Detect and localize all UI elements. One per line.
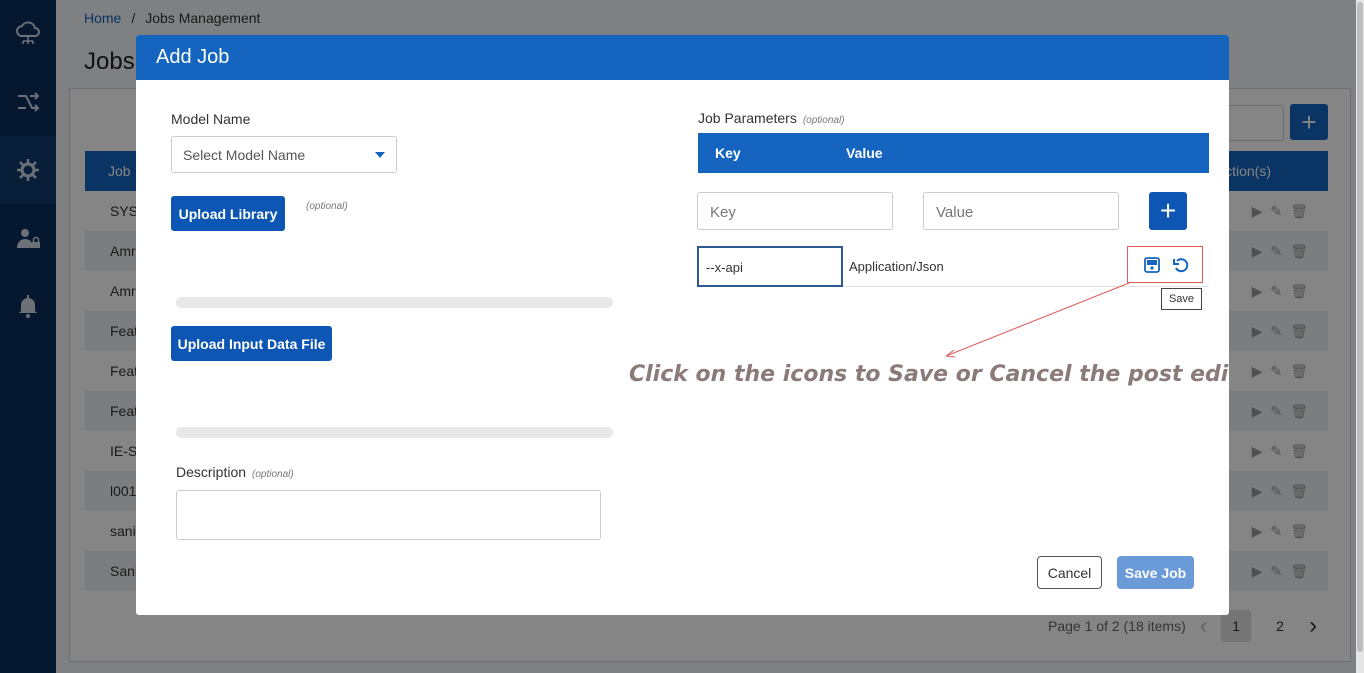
scrollbar[interactable] bbox=[1356, 0, 1364, 673]
undo-icon[interactable] bbox=[1172, 256, 1190, 274]
model-select-placeholder: Select Model Name bbox=[183, 147, 306, 163]
description-input[interactable] bbox=[176, 490, 601, 540]
job-params-label-text: Job Parameters bbox=[698, 110, 797, 126]
model-name-label: Model Name bbox=[171, 111, 251, 127]
modal-title: Add Job bbox=[136, 35, 1229, 80]
save-job-button[interactable]: Save Job bbox=[1117, 556, 1194, 589]
params-table-header: Key Value bbox=[698, 133, 1209, 173]
save-tooltip: Save bbox=[1161, 288, 1202, 310]
description-label-text: Description bbox=[176, 464, 247, 480]
description-label: Description (optional) bbox=[176, 464, 294, 480]
description-optional: (optional) bbox=[252, 469, 294, 480]
edit-actions-highlight bbox=[1127, 246, 1203, 283]
library-progress-bar bbox=[176, 297, 613, 308]
add-param-button[interactable]: + bbox=[1149, 192, 1187, 230]
edit-value-text[interactable]: Application/Json bbox=[849, 259, 944, 274]
upload-library-optional: (optional) bbox=[306, 201, 348, 212]
key-placeholder: Key bbox=[710, 204, 736, 221]
params-header-value: Value bbox=[846, 145, 883, 161]
model-name-select[interactable]: Select Model Name bbox=[171, 136, 397, 173]
input-progress-bar bbox=[176, 427, 613, 438]
upload-library-button[interactable]: Upload Library bbox=[171, 196, 285, 231]
edit-key-input[interactable]: --x-api bbox=[697, 246, 843, 287]
plus-icon: + bbox=[1159, 195, 1177, 226]
annotation-text: Click on the icons to Save or Cancel the… bbox=[629, 362, 1229, 387]
annotation-arrow bbox=[945, 282, 1130, 358]
cancel-button[interactable]: Cancel bbox=[1037, 556, 1102, 589]
save-icon[interactable] bbox=[1144, 257, 1160, 273]
job-params-optional: (optional) bbox=[802, 115, 845, 126]
key-input[interactable]: Key bbox=[697, 192, 893, 230]
value-placeholder: Value bbox=[936, 204, 974, 221]
value-input[interactable]: Value bbox=[923, 192, 1119, 230]
upload-input-data-button[interactable]: Upload Input Data File bbox=[171, 326, 332, 361]
add-job-modal: Add Job Model Name Select Model Name Upl… bbox=[136, 35, 1229, 615]
scrollbar-thumb[interactable] bbox=[1357, 2, 1363, 652]
chevron-down-icon bbox=[375, 152, 385, 158]
params-header-key: Key bbox=[715, 145, 741, 161]
job-params-label: Job Parameters (optional) bbox=[698, 110, 845, 126]
